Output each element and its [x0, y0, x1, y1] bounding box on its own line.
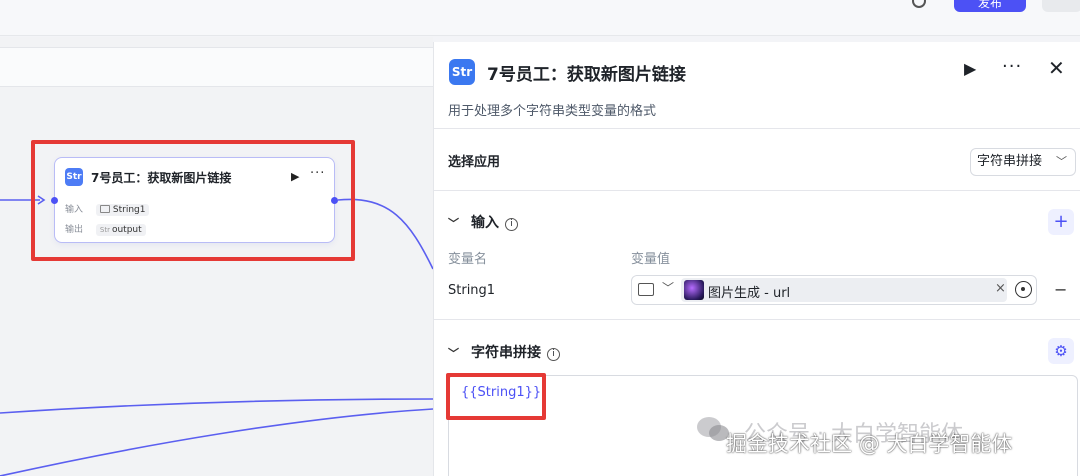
- string-type-icon: Str: [99, 226, 110, 234]
- node-input-tag-label: String1: [112, 205, 146, 215]
- info-icon[interactable]: i: [547, 348, 560, 361]
- node-input-port[interactable]: [51, 197, 58, 204]
- select-app-dropdown[interactable]: 字符串拼接 ﹀: [970, 148, 1076, 176]
- select-app-value: 字符串拼接: [977, 154, 1043, 169]
- close-icon[interactable]: ✕: [1048, 56, 1065, 80]
- chevron-down-icon: ﹀: [1056, 155, 1067, 168]
- node-app-icon: Str: [65, 168, 83, 186]
- select-app-label: 选择应用: [448, 155, 501, 170]
- gear-icon[interactable]: ⚙: [1048, 338, 1074, 364]
- wire-bottom-1: [0, 398, 433, 414]
- node-input-label: 输入: [65, 205, 84, 215]
- column-var-name: 变量名: [448, 252, 488, 267]
- more-icon[interactable]: ···: [1002, 56, 1022, 77]
- column-var-value: 变量值: [631, 252, 671, 267]
- top-bar: 发布: [0, 0, 1080, 36]
- node-title: 7号员工：获取新图片链接: [91, 171, 232, 185]
- image-type-icon[interactable]: [638, 283, 654, 296]
- node-output-tag-label: output: [111, 225, 142, 235]
- collapse-caret-icon[interactable]: ﹀: [448, 215, 459, 231]
- run-icon[interactable]: ▶: [964, 59, 976, 78]
- workflow-node[interactable]: Str 7号员工：获取新图片链接 ▶ ··· 输入 String1 输出 Str…: [54, 157, 335, 243]
- watermark-line-2: 掘金技术社区 @ 大白学智能体: [726, 432, 1013, 456]
- node-run-icon[interactable]: ▶: [291, 170, 299, 183]
- remove-variable-button[interactable]: −: [1054, 280, 1067, 299]
- node-input-row: 输入 String1: [65, 202, 150, 216]
- panel-title: 7号员工：获取新图片链接: [487, 65, 686, 85]
- divider: [434, 128, 1080, 129]
- image-generation-thumbnail: [684, 280, 704, 300]
- node-output-port[interactable]: [331, 197, 338, 204]
- variable-name: String1: [448, 283, 496, 298]
- info-icon[interactable]: i: [505, 218, 518, 231]
- concat-section-title: 字符串拼接: [471, 345, 541, 361]
- image-type-icon: [99, 205, 110, 213]
- divider: [434, 190, 1080, 191]
- node-output-row: 输出 Str output: [65, 222, 146, 236]
- divider: [434, 319, 1080, 320]
- collapse-caret-icon[interactable]: ﹀: [448, 345, 459, 361]
- node-input-tag: String1: [95, 204, 150, 216]
- secondary-button[interactable]: [1042, 0, 1080, 12]
- panel-app-icon: Str: [449, 59, 475, 85]
- publish-button[interactable]: 发布: [954, 0, 1026, 12]
- node-output-label: 输出: [65, 225, 84, 235]
- clear-icon[interactable]: ×: [995, 281, 1006, 296]
- variable-value-field[interactable]: ﹀ 图片生成 - url ×: [631, 275, 1037, 305]
- variable-reference-text: 图片生成 - url: [708, 286, 791, 301]
- wire-bottom-2: [0, 408, 433, 476]
- input-section-header[interactable]: ﹀ 输入 i: [448, 212, 518, 232]
- help-icon[interactable]: [912, 0, 926, 8]
- chevron-down-icon[interactable]: ﹀: [662, 279, 674, 296]
- wechat-logo-icon: [697, 417, 729, 441]
- node-output-tag: Str output: [95, 224, 146, 236]
- node-more-icon[interactable]: ···: [310, 166, 325, 181]
- panel-description: 用于处理多个字符串类型变量的格式: [448, 104, 657, 119]
- variable-reference-chip[interactable]: 图片生成 - url: [681, 278, 1007, 302]
- add-variable-button[interactable]: +: [1048, 209, 1074, 235]
- concat-section-header[interactable]: ﹀ 字符串拼接 i: [448, 342, 560, 362]
- target-icon[interactable]: [1015, 281, 1032, 298]
- input-section-title: 输入: [471, 215, 499, 231]
- editor-template-text[interactable]: {{String1}}: [461, 385, 541, 400]
